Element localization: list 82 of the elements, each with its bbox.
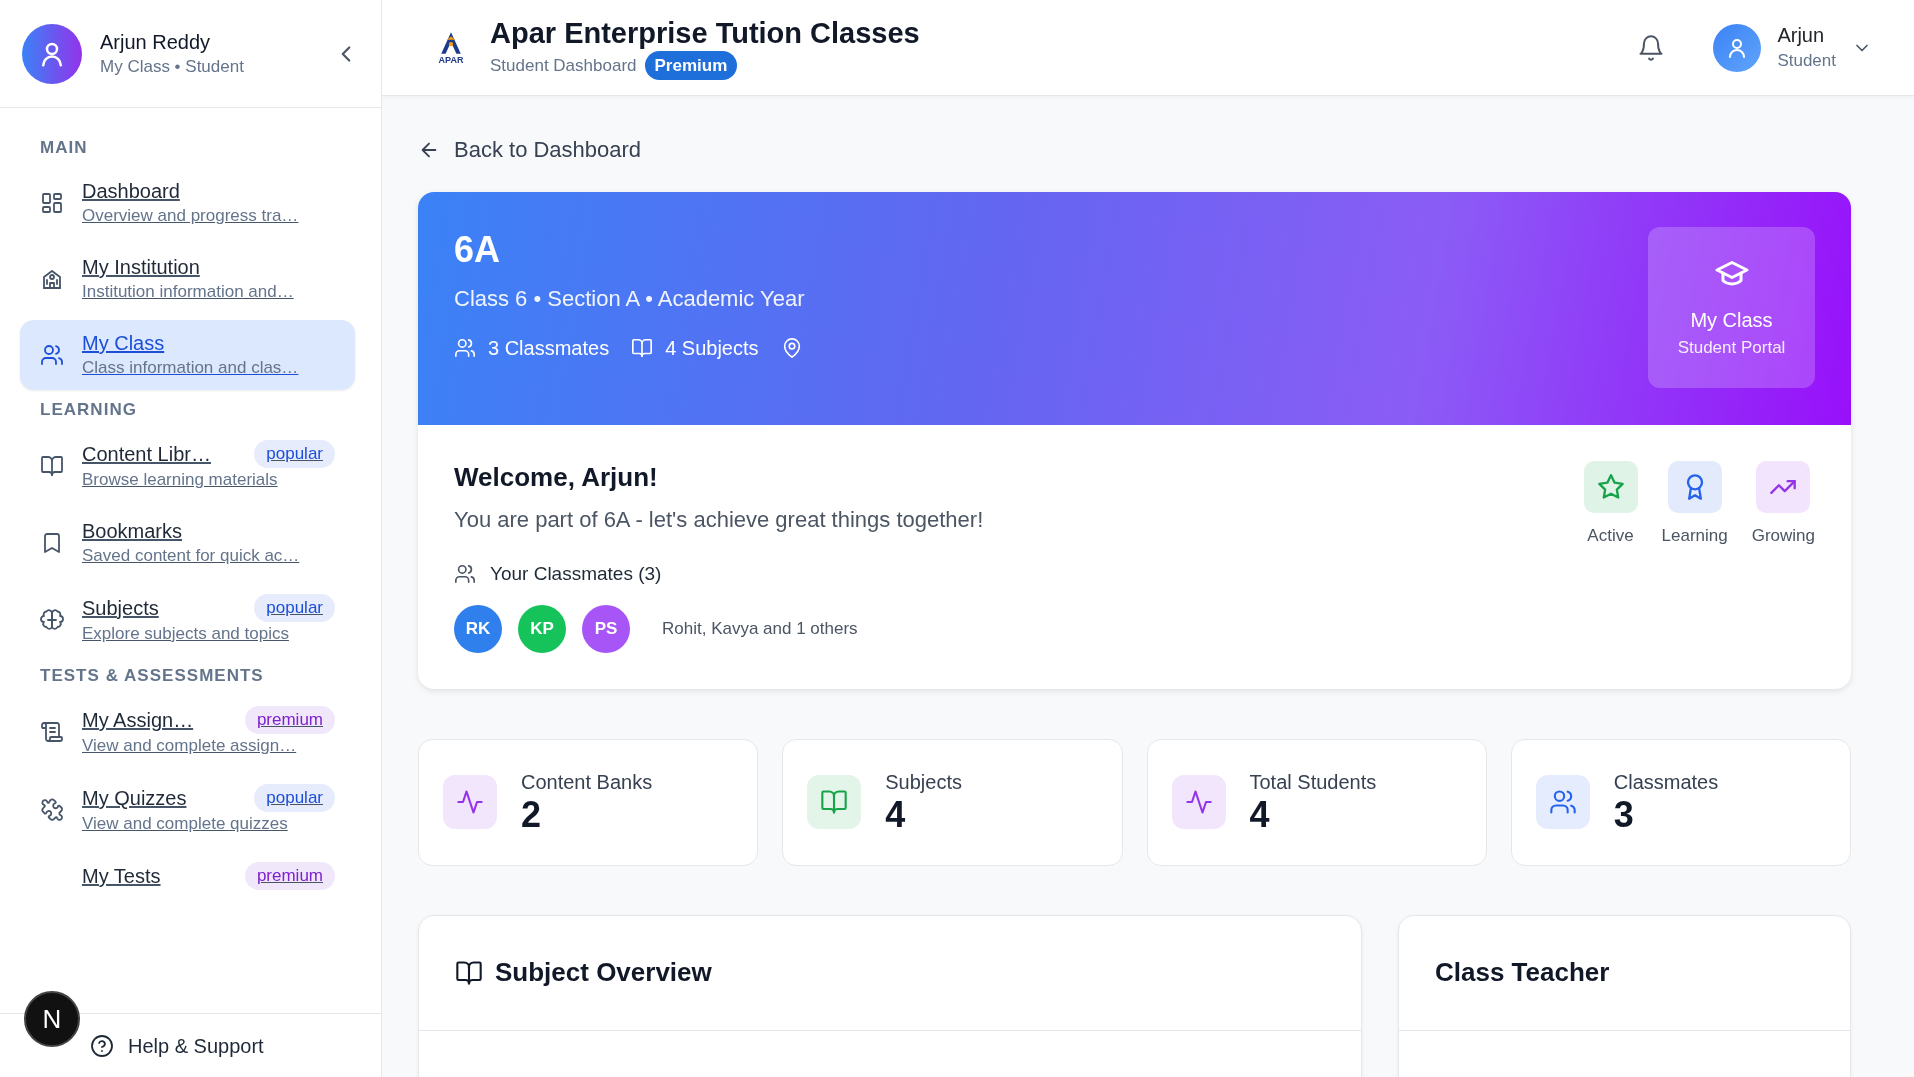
logo-icon (438, 30, 464, 55)
nav-item-description: View and complete quizzes (82, 813, 289, 835)
people-icon (40, 343, 64, 367)
nav-item-title: My Assign… (82, 708, 194, 733)
achievement-label: Growing (1751, 525, 1815, 547)
book-icon (455, 958, 483, 987)
section-label: MAIN (39, 137, 89, 159)
panel-title: Subject Overview (495, 956, 712, 989)
meta-label: 4 Subjects (631, 333, 759, 363)
welcome-title: Welcome, Arjun! (454, 461, 659, 493)
tag-label: popular (254, 440, 335, 468)
nav-item-title: Bookmarks (82, 519, 183, 544)
app-title: Apar Enterprise Tution Classes (490, 15, 921, 51)
help-icon (90, 1033, 114, 1058)
stat-label: Subjects (885, 770, 962, 795)
stat-value: 2 (521, 795, 543, 835)
classmates-summary: Rohit, Kavya and 1 others (662, 617, 858, 640)
stat-value: 4 (1249, 795, 1271, 835)
stat-value: 3 (1613, 795, 1635, 835)
nav-item[interactable]: Content Libr… popular Browse learning materials (20, 430, 355, 502)
nav-item-title: My Tests (82, 864, 161, 889)
grid-icon (40, 191, 64, 215)
nav-item-description: Browse learning materials (82, 469, 279, 491)
nav-item-title: My Class (82, 331, 165, 356)
user-role: My Class • Student (100, 55, 245, 78)
tag-label: premium (244, 862, 335, 890)
nav-item-title: Dashboard (82, 179, 180, 204)
floating-dev-button[interactable]: N (24, 991, 80, 1047)
nav-item-description: Overview and progress tra… (82, 205, 300, 227)
brain-icon (40, 608, 64, 632)
panel-title: Class Teacher (1435, 956, 1610, 989)
nav-item-title: Subjects (82, 596, 159, 621)
nav-item[interactable]: Dashboard Overview and progress tra… (20, 168, 355, 238)
nav-item-title: My Institution (82, 255, 200, 280)
people-icon (454, 563, 476, 586)
classmates-heading: Your Classmates (3) (454, 560, 984, 589)
classmate-avatar: PS (582, 604, 630, 653)
nav-item[interactable]: My Assign… premium View and complete assign… (20, 696, 355, 768)
achievement-label: Active (1587, 525, 1634, 547)
building-icon (40, 267, 64, 291)
back-link[interactable]: Back to Dashboard (418, 136, 642, 164)
plan-badge: Premium (644, 50, 738, 81)
nav-item-description: View and complete assign… (82, 735, 298, 757)
stat-label: Total Students (1249, 770, 1377, 795)
people-icon (454, 337, 476, 359)
nav-item[interactable]: Subjects popular Explore subjects and topics (20, 584, 355, 656)
portal-subtitle: Student Portal (1677, 336, 1786, 359)
classmate-avatar: KP (518, 604, 566, 653)
puzzle-icon (40, 798, 64, 822)
book-icon (40, 454, 64, 478)
nav-item-title: My Quizzes (82, 786, 187, 811)
class-title: 6A (454, 228, 502, 272)
scroll-icon (40, 720, 64, 744)
meta-label: 3 Classmates (454, 333, 610, 363)
section-label: LEARNING (39, 399, 138, 421)
tag-label: popular (254, 784, 335, 812)
class-subtitle: Class 6 • Section A • Academic Year (454, 285, 805, 313)
achievement-label: Learning (1661, 525, 1728, 547)
nav-item[interactable]: My Quizzes popular View and complete quizzes (20, 774, 355, 846)
stat-label: Content Banks (521, 770, 653, 795)
nav-item[interactable]: My Tests premium (20, 852, 355, 900)
welcome-message: You are part of 6A - let's achieve great things together! (454, 506, 984, 534)
book-icon (631, 337, 654, 359)
classmate-avatar: RK (454, 604, 502, 653)
nav-item-description: Class information and clas… (82, 357, 300, 379)
nav-item[interactable]: Bookmarks Saved content for quick ac… (20, 508, 355, 578)
nav-item-description: Institution information and… (82, 281, 295, 303)
tag-label: popular (254, 594, 335, 622)
stat-label: Classmates (1613, 770, 1719, 795)
stat-value: 4 (885, 795, 907, 835)
nav-item[interactable]: My Class Class information and clas… (20, 320, 355, 390)
nav-item-description: Explore subjects and topics (82, 623, 290, 645)
page-subtitle: Student Dashboard (490, 54, 637, 77)
logo-text: APAR (438, 54, 464, 65)
user-menu-button[interactable]: Arjun Student (1713, 21, 1872, 74)
nav-item-title: Content Libr… (82, 442, 211, 467)
user-name: Arjun Reddy (100, 29, 212, 55)
section-label: TESTS & ASSESSMENTS (39, 665, 265, 687)
portal-title: My Class (1690, 307, 1773, 333)
nav-item[interactable]: My Institution Institution information and… (20, 244, 355, 314)
tag-label: premium (244, 706, 335, 734)
nav-item-description: Saved content for quick ac… (82, 545, 301, 567)
